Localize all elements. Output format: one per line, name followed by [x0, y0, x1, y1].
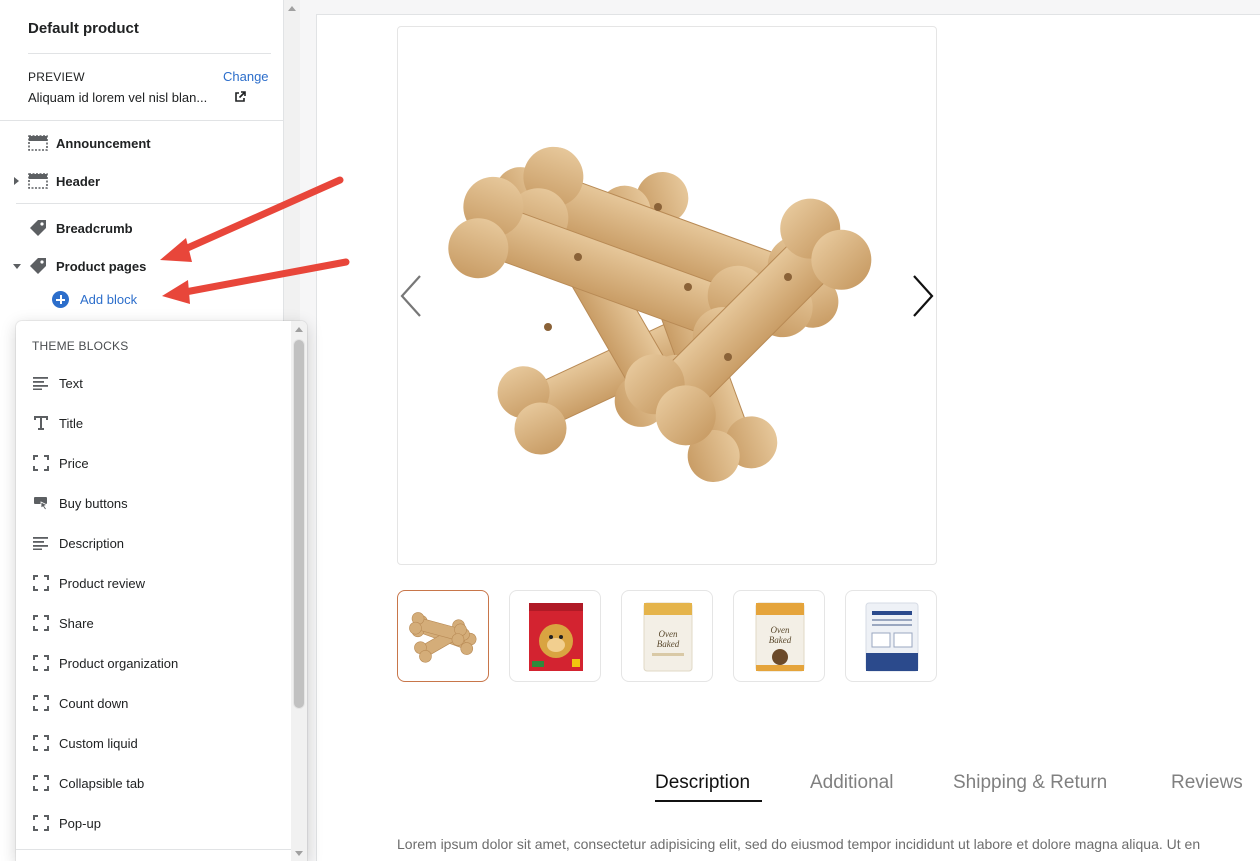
title-t-icon — [32, 414, 50, 432]
block-option-label: Description — [59, 535, 125, 551]
previous-image-icon[interactable] — [398, 274, 424, 318]
add-block-button[interactable]: Add block — [52, 291, 137, 308]
divider — [16, 849, 291, 850]
tab-shipping-return[interactable]: Shipping & Return — [953, 772, 1107, 794]
block-option-label: Title — [59, 415, 84, 431]
section-layout-icon — [28, 133, 48, 153]
product-thumbnail[interactable] — [509, 590, 601, 682]
block-option-product-organization[interactable]: Product organization — [32, 653, 178, 673]
collapse-product-pages-icon[interactable] — [13, 264, 21, 269]
dashed-square-icon — [32, 574, 50, 592]
block-option-price[interactable]: Price — [32, 453, 89, 473]
top-strip — [300, 0, 1260, 14]
block-option-label: Price — [59, 455, 89, 471]
dog-biscuits-image — [448, 146, 872, 483]
tag-icon — [28, 218, 48, 238]
next-image-icon[interactable] — [910, 274, 936, 318]
block-option-buy-buttons[interactable]: Buy buttons — [32, 493, 128, 513]
block-option-label: Pop-up — [59, 815, 101, 831]
scroll-down-icon[interactable] — [295, 851, 303, 856]
block-option-share[interactable]: Share — [32, 613, 94, 633]
block-option-label: Count down — [59, 695, 129, 711]
divider — [28, 53, 271, 54]
block-option-pop-up[interactable]: Pop-up — [32, 813, 101, 833]
block-option-description[interactable]: Description — [32, 533, 124, 553]
block-option-title[interactable]: Title — [32, 413, 83, 433]
section-layout-icon — [28, 171, 48, 191]
divider — [0, 120, 284, 121]
section-announcement[interactable]: Announcement — [28, 133, 151, 153]
treat-bag-thumbnail: Oven Baked — [643, 602, 693, 672]
tag-icon — [28, 256, 48, 276]
svg-text:Oven: Oven — [771, 625, 790, 635]
block-option-label: Product organization — [59, 655, 179, 671]
block-option-label: Collapsible tab — [59, 775, 145, 791]
description-text: Lorem ipsum dolor sit amet, consectetur … — [397, 836, 1201, 852]
annotation-arrows — [160, 176, 350, 304]
svg-text:Baked: Baked — [769, 635, 792, 645]
section-label: Breadcrumb — [56, 220, 133, 236]
treat-bag-thumbnail: Oven Baked — [755, 602, 805, 672]
section-label: Announcement — [56, 135, 151, 151]
text-align-icon — [32, 374, 50, 392]
dashed-square-icon — [32, 694, 50, 712]
block-option-product-review[interactable]: Product review — [32, 573, 145, 593]
tab-reviews[interactable]: Reviews — [1171, 772, 1243, 794]
preview-product-name: Aliquam id lorem vel nisl blan... — [28, 90, 208, 105]
dashed-square-icon — [32, 454, 50, 472]
tab-additional[interactable]: Additional — [810, 772, 893, 794]
block-option-custom-liquid[interactable]: Custom liquid — [32, 733, 138, 753]
product-main-image[interactable] — [397, 26, 937, 565]
scrollbar-thumb[interactable] — [293, 339, 305, 709]
template-title: Default product — [28, 20, 139, 37]
dashed-square-icon — [32, 734, 50, 752]
product-thumbnail[interactable]: Oven Baked — [621, 590, 713, 682]
change-preview-link[interactable]: Change — [223, 69, 269, 84]
dashed-square-icon — [32, 654, 50, 672]
plus-circle-icon — [52, 291, 69, 308]
section-breadcrumb[interactable]: Breadcrumb — [28, 218, 133, 238]
block-option-count-down[interactable]: Count down — [32, 693, 128, 713]
popover-heading: THEME BLOCKS — [32, 339, 129, 353]
block-option-label: Buy buttons — [59, 495, 128, 511]
preview-label: PREVIEW — [28, 70, 85, 84]
dashed-square-icon — [32, 814, 50, 832]
active-tab-indicator — [655, 800, 762, 802]
section-label: Product pages — [56, 258, 147, 274]
dashed-square-icon — [32, 774, 50, 792]
section-product-pages[interactable]: Product pages — [28, 256, 146, 276]
text-align-icon — [32, 534, 50, 552]
svg-text:Oven: Oven — [659, 629, 678, 639]
scroll-up-icon[interactable] — [295, 327, 303, 332]
annotation-arrow-add-block — [162, 258, 350, 304]
product-thumbnail[interactable]: Oven Baked — [733, 590, 825, 682]
block-option-label: Custom liquid — [59, 735, 138, 751]
product-thumbnail[interactable] — [845, 590, 937, 682]
treat-bag-back-thumbnail — [865, 602, 919, 672]
annotation-arrow-product-pages — [160, 176, 344, 262]
block-option-collapsible-tab[interactable]: Collapsible tab — [32, 773, 144, 793]
external-link-icon[interactable] — [234, 91, 246, 103]
section-label: Header — [56, 173, 101, 189]
dog-food-box-thumbnail — [529, 603, 583, 671]
block-option-text[interactable]: Text — [32, 373, 83, 393]
dashed-square-icon — [32, 614, 50, 632]
theme-editor: Default product PREVIEW Change Aliquam i… — [0, 0, 1260, 861]
theme-blocks-popover: THEME BLOCKS Text Title Price Buy button… — [16, 321, 307, 861]
block-option-label: Text — [59, 375, 83, 391]
expand-header-icon[interactable] — [14, 177, 19, 185]
popover-scrollbar[interactable] — [291, 321, 307, 861]
dog-biscuits-thumbnail — [409, 612, 477, 663]
block-option-label: Product review — [59, 575, 145, 591]
add-block-label: Add block — [80, 292, 138, 307]
tab-description[interactable]: Description — [655, 772, 750, 794]
section-header[interactable]: Header — [28, 171, 100, 191]
svg-text:Baked: Baked — [657, 639, 680, 649]
product-thumbnail[interactable] — [397, 590, 489, 682]
scroll-up-icon[interactable] — [288, 6, 296, 11]
block-option-label: Share — [59, 615, 94, 631]
buy-button-icon — [32, 494, 50, 512]
